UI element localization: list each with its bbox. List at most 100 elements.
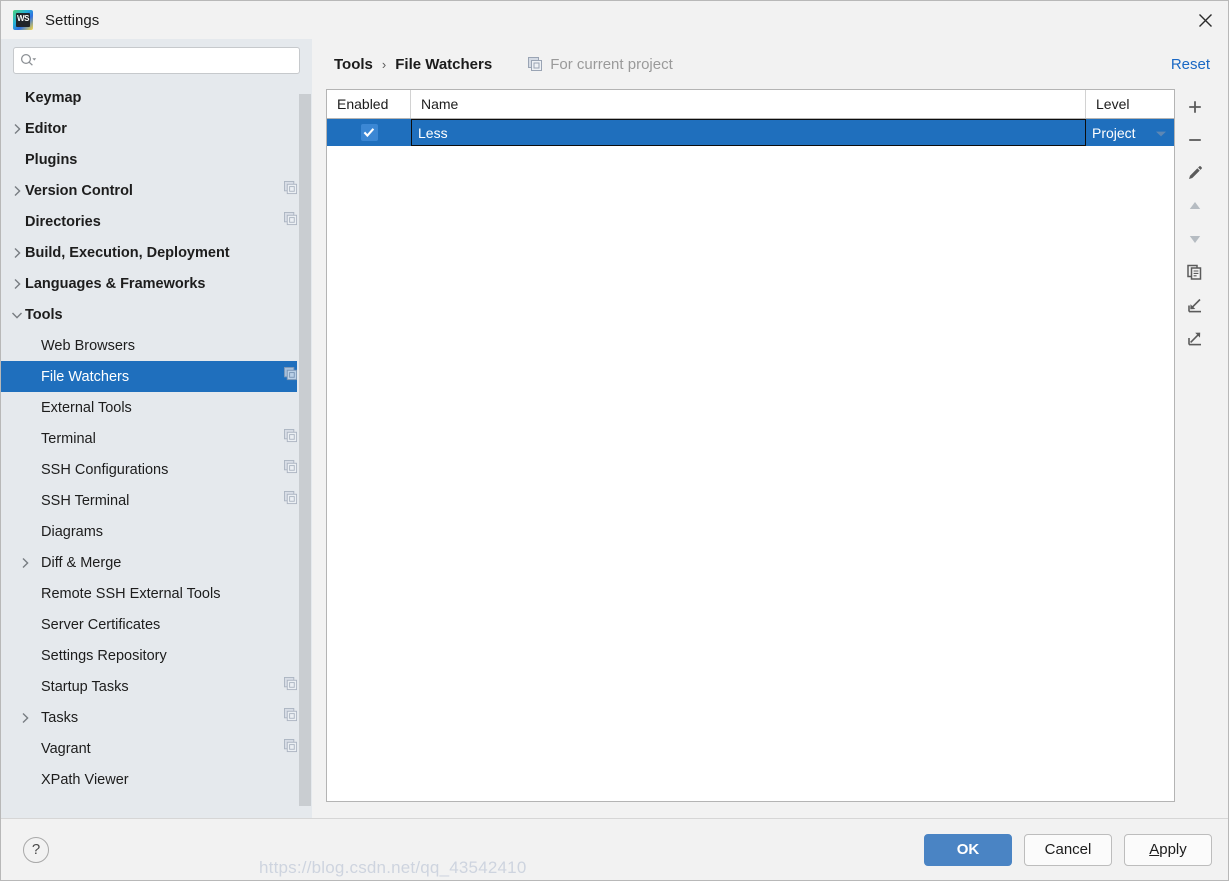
level-value: Project <box>1092 124 1136 141</box>
sidebar-item-label: Server Certificates <box>41 616 161 633</box>
sidebar-item-plugins[interactable]: Plugins <box>1 144 312 175</box>
sidebar-item-keymap[interactable]: Keymap <box>1 82 312 113</box>
chevron-down-icon[interactable] <box>9 310 25 320</box>
scope-note: For current project <box>528 56 673 73</box>
sidebar-item-label: Terminal <box>41 430 96 447</box>
edit-button[interactable] <box>1178 159 1212 192</box>
sidebar-item-label: Build, Execution, Deployment <box>25 244 230 261</box>
sidebar-item-label: Diff & Merge <box>41 554 122 571</box>
sidebar-item-label: XPath Viewer <box>41 771 129 788</box>
sidebar-scrollbar-thumb[interactable] <box>299 94 311 806</box>
project-scope-icon <box>284 677 298 696</box>
sidebar-item-label: Web Browsers <box>41 337 136 354</box>
sidebar-item-diff-merge[interactable]: Diff & Merge <box>1 547 312 578</box>
settings-tree[interactable]: Keymap Editor Plugins Version Control Direct… <box>1 80 312 818</box>
search-input[interactable] <box>40 52 293 69</box>
chevron-down-icon[interactable] <box>1155 125 1167 141</box>
sidebar-item-label: Tasks <box>41 709 79 726</box>
sidebar-item-version-control[interactable]: Version Control <box>1 175 312 206</box>
sidebar-item-label: Version Control <box>25 182 133 199</box>
sidebar-item-build-execution-deployment[interactable]: Build, Execution, Deployment <box>1 237 312 268</box>
chevron-right-icon[interactable] <box>9 278 25 290</box>
chevron-right-icon[interactable] <box>17 712 33 724</box>
sidebar-item-label: Editor <box>25 120 67 137</box>
sidebar-scrollbar[interactable] <box>297 80 312 818</box>
sidebar-item-external-tools[interactable]: External Tools <box>1 392 312 423</box>
sidebar-item-tools[interactable]: Tools <box>1 299 312 330</box>
arrow-down-icon <box>1186 230 1204 253</box>
sidebar-item-label: SSH Terminal <box>41 492 130 509</box>
project-scope-icon <box>284 491 298 510</box>
project-scope-icon <box>284 708 298 727</box>
sidebar-item-label: Tools <box>25 306 63 323</box>
webstorm-icon: WS <box>13 10 33 30</box>
add-button[interactable] <box>1178 93 1212 126</box>
sidebar-item-languages-frameworks[interactable]: Languages & Frameworks <box>1 268 312 299</box>
sidebar-item-label: Plugins <box>25 151 78 168</box>
apply-rest: pply <box>1159 841 1187 858</box>
search-box[interactable] <box>13 47 300 74</box>
sidebar-item-web-browsers[interactable]: Web Browsers <box>1 330 312 361</box>
sidebar-item-label: Languages & Frameworks <box>25 275 206 292</box>
scope-label: For current project <box>550 55 673 73</box>
sidebar-item-vagrant[interactable]: Vagrant <box>1 733 312 764</box>
sidebar-item-server-certificates[interactable]: Server Certificates <box>1 609 312 640</box>
column-header-level[interactable]: Level <box>1086 90 1174 118</box>
cancel-button[interactable]: Cancel <box>1024 833 1112 866</box>
help-button[interactable]: ? <box>23 836 49 863</box>
sidebar-item-label: Remote SSH External Tools <box>41 585 221 602</box>
import-icon <box>1186 296 1204 319</box>
copy-icon <box>1186 263 1204 286</box>
column-header-enabled[interactable]: Enabled <box>327 90 411 118</box>
breadcrumb-parent[interactable]: Tools <box>334 56 373 73</box>
sidebar-item-label: Settings Repository <box>41 647 167 664</box>
watermark-text: https://blog.csdn.net/qq_43542410 <box>259 858 527 877</box>
sidebar-item-ssh-configurations[interactable]: SSH Configurations <box>1 454 312 485</box>
table-row[interactable]: Less Project <box>327 119 1174 146</box>
sidebar-item-startup-tasks[interactable]: Startup Tasks <box>1 671 312 702</box>
main-panel: Tools › File Watchers For current projec… <box>312 39 1228 818</box>
sidebar-item-label: Keymap <box>25 89 82 106</box>
chevron-right-icon[interactable] <box>17 557 33 569</box>
breadcrumb: Tools › File Watchers For current projec… <box>326 39 1214 89</box>
sidebar-item-remote-ssh-external-tools[interactable]: Remote SSH External Tools <box>1 578 312 609</box>
remove-button[interactable] <box>1178 126 1212 159</box>
chevron-right-icon[interactable] <box>9 247 25 259</box>
sidebar-item-editor[interactable]: Editor <box>1 113 312 144</box>
apply-button[interactable]: Apply <box>1124 833 1212 866</box>
pencil-icon <box>1186 164 1204 187</box>
sidebar-item-ssh-terminal[interactable]: SSH Terminal <box>1 485 312 516</box>
sidebar-item-label: External Tools <box>41 399 132 416</box>
plus-icon <box>1186 98 1204 121</box>
ok-button[interactable]: OK <box>924 833 1012 866</box>
title-bar: WS Settings <box>1 1 1228 39</box>
enabled-cell[interactable] <box>327 119 411 146</box>
move-up-button <box>1178 192 1212 225</box>
copy-button[interactable] <box>1178 258 1212 291</box>
minus-icon <box>1186 131 1204 154</box>
export-icon <box>1186 329 1204 352</box>
export-button[interactable] <box>1178 324 1212 357</box>
sidebar-item-tasks[interactable]: Tasks <box>1 702 312 733</box>
table-body[interactable]: Less Project <box>327 119 1174 801</box>
sidebar-item-xpath-viewer[interactable]: XPath Viewer <box>1 764 312 795</box>
sidebar-item-file-watchers[interactable]: File Watchers <box>1 361 312 392</box>
reset-link[interactable]: Reset <box>1171 56 1214 73</box>
import-button[interactable] <box>1178 291 1212 324</box>
level-cell[interactable]: Project <box>1086 119 1174 146</box>
name-cell[interactable]: Less <box>411 119 1086 146</box>
enabled-checkbox[interactable] <box>360 124 378 141</box>
close-icon[interactable] <box>1182 1 1228 39</box>
sidebar-item-label: Diagrams <box>41 523 104 540</box>
sidebar-item-settings-repository[interactable]: Settings Repository <box>1 640 312 671</box>
project-scope-icon <box>284 367 298 386</box>
search-area <box>1 39 312 80</box>
chevron-right-icon[interactable] <box>9 123 25 135</box>
column-header-name[interactable]: Name <box>411 90 1086 118</box>
sidebar-item-directories[interactable]: Directories <box>1 206 312 237</box>
sidebar-item-diagrams[interactable]: Diagrams <box>1 516 312 547</box>
chevron-right-icon[interactable] <box>9 185 25 197</box>
project-scope-icon <box>284 212 298 231</box>
sidebar-item-terminal[interactable]: Terminal <box>1 423 312 454</box>
project-scope-icon <box>528 56 543 72</box>
